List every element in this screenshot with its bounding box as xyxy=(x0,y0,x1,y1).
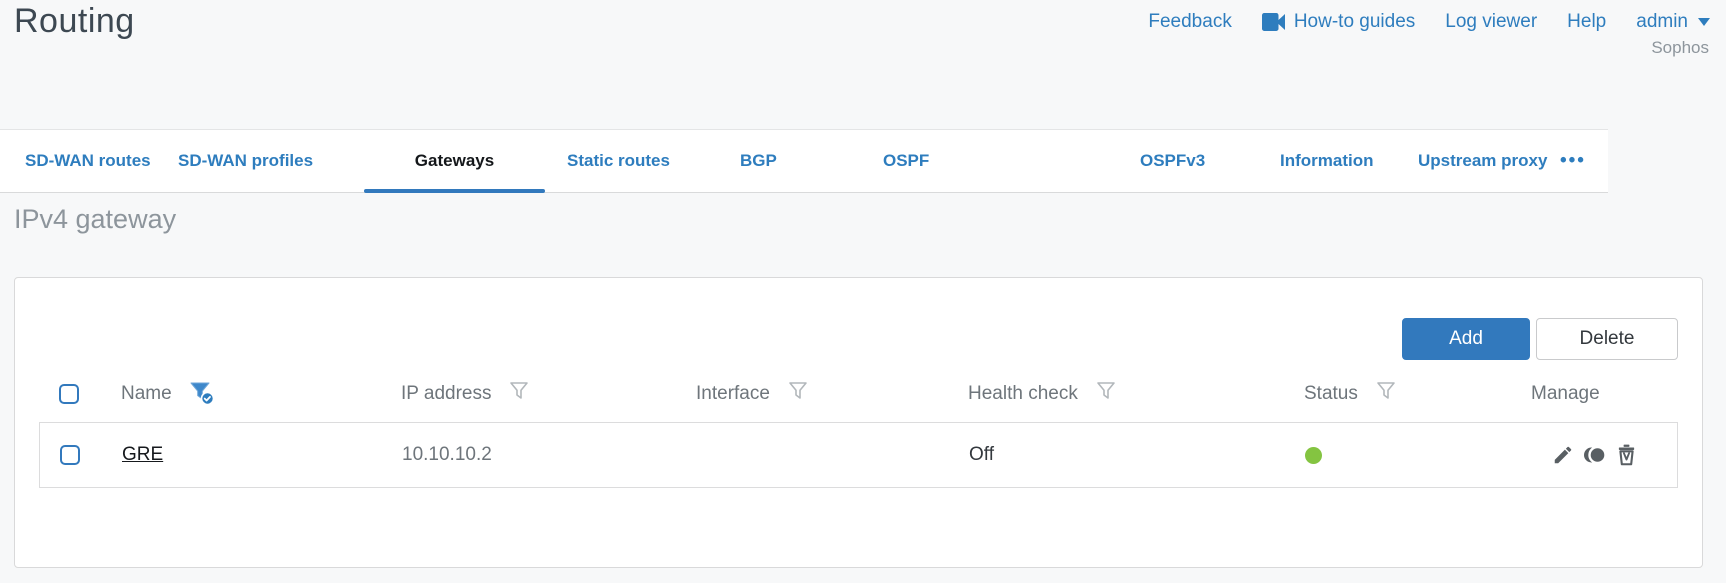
filter-active-icon[interactable] xyxy=(190,382,216,406)
add-button[interactable]: Add xyxy=(1402,318,1530,360)
gateway-name-link[interactable]: GRE xyxy=(122,444,163,466)
clone-icon[interactable] xyxy=(1583,444,1607,466)
column-header-name: Name xyxy=(101,382,381,406)
feedback-link[interactable]: Feedback xyxy=(1148,11,1231,33)
section-heading: IPv4 gateway xyxy=(14,204,177,234)
tab-gateways[interactable]: Gateways xyxy=(364,130,545,193)
gateway-table: Name IP address Interface Health check S… xyxy=(39,366,1678,488)
tab-bar: SD-WAN routes SD-WAN profiles Gateways S… xyxy=(0,129,1608,193)
page-title: Routing xyxy=(14,2,135,40)
filter-icon[interactable] xyxy=(1096,381,1116,407)
tab-ospfv3[interactable]: OSPFv3 xyxy=(1140,130,1205,192)
manage-cell xyxy=(1512,444,1677,466)
help-label: Help xyxy=(1567,11,1607,32)
status-cell xyxy=(1285,446,1512,464)
delete-icon[interactable] xyxy=(1616,444,1637,466)
feedback-label: Feedback xyxy=(1148,11,1232,32)
help-link[interactable]: Help xyxy=(1567,11,1606,33)
column-header-status: Status xyxy=(1284,381,1511,407)
ip-column-label: IP address xyxy=(401,383,492,404)
user-menu[interactable]: admin xyxy=(1636,11,1710,33)
tab-upstream-proxy[interactable]: Upstream proxy xyxy=(1418,130,1547,192)
toolbar: Add Delete xyxy=(1402,318,1678,360)
delete-button[interactable]: Delete xyxy=(1536,318,1678,360)
select-all-checkbox[interactable] xyxy=(59,384,79,404)
edit-icon[interactable] xyxy=(1552,444,1574,466)
page-bottom-strip xyxy=(0,583,1726,588)
name-cell: GRE xyxy=(102,444,382,466)
status-up-indicator xyxy=(1305,446,1322,464)
table-header-row: Name IP address Interface Health check S… xyxy=(39,366,1678,422)
table-body: GRE 10.10.10.2 Off xyxy=(39,422,1678,488)
filter-icon[interactable] xyxy=(1376,381,1396,407)
log-viewer-label: Log viewer xyxy=(1445,11,1538,32)
interface-column-label: Interface xyxy=(696,383,770,404)
tab-sdwan-profiles[interactable]: SD-WAN profiles xyxy=(178,130,313,192)
column-header-ip: IP address xyxy=(381,381,676,407)
filter-icon[interactable] xyxy=(509,381,529,407)
ipv4-gateway-card: Add Delete Name IP address Interface Hea… xyxy=(14,277,1703,568)
top-nav: Feedback How-to guides Log viewer Help a… xyxy=(1148,11,1710,33)
column-header-health-check: Health check xyxy=(948,381,1284,407)
tab-sdwan-routes[interactable]: SD-WAN routes xyxy=(25,130,151,192)
brand-label: Sophos xyxy=(1651,38,1709,57)
column-header-interface: Interface xyxy=(676,381,948,407)
chevron-down-icon xyxy=(1698,18,1710,26)
tab-bgp[interactable]: BGP xyxy=(740,130,777,192)
row-checkbox[interactable] xyxy=(60,445,80,465)
video-camera-icon xyxy=(1261,13,1286,31)
select-all-cell xyxy=(39,384,101,404)
tab-ospf[interactable]: OSPF xyxy=(883,130,929,192)
health-check-column-label: Health check xyxy=(968,383,1078,404)
column-header-manage: Manage xyxy=(1511,383,1678,405)
manage-column-label: Manage xyxy=(1531,383,1600,404)
tab-more-icon[interactable]: ••• xyxy=(1560,130,1586,192)
howto-guides-label: How-to guides xyxy=(1293,11,1416,32)
user-name-label: admin xyxy=(1636,11,1688,32)
filter-icon[interactable] xyxy=(788,381,808,407)
ip-cell: 10.10.10.2 xyxy=(402,444,492,465)
table-row: GRE 10.10.10.2 Off xyxy=(40,423,1677,487)
tab-information[interactable]: Information xyxy=(1280,130,1374,192)
name-column-label: Name xyxy=(121,383,172,404)
status-column-label: Status xyxy=(1304,383,1358,404)
howto-guides-link[interactable]: How-to guides xyxy=(1261,11,1416,33)
row-select-cell xyxy=(40,445,102,465)
health-check-cell: Off xyxy=(969,444,994,465)
log-viewer-link[interactable]: Log viewer xyxy=(1445,11,1537,33)
tab-static-routes[interactable]: Static routes xyxy=(567,130,670,192)
